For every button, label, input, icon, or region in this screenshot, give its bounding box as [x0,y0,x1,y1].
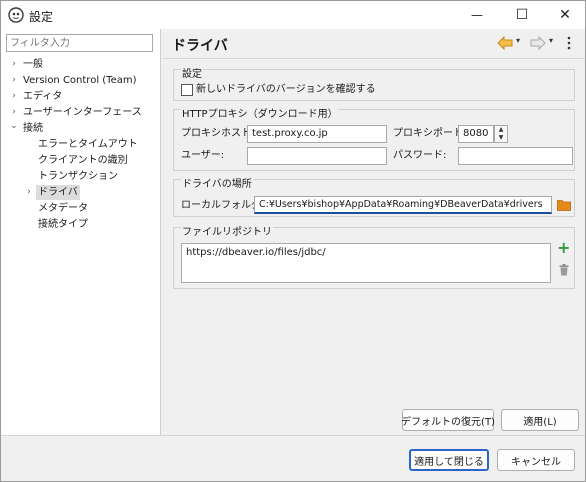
spinner-down-icon[interactable]: ▼ [495,134,507,142]
local-folder-input[interactable]: C:¥Users¥bishop¥AppData¥Roaming¥DBeaverD… [254,196,552,214]
close-button[interactable]: ✕ [544,1,586,29]
apply-and-close-button[interactable]: 適用して閉じる [409,449,489,471]
tree-item-drivers[interactable]: ドライバ [36,185,80,200]
dialog-footer: 適用して閉じる キャンセル [1,435,585,481]
http-proxy-group-title: HTTPプロキシ（ダウンロード用） [181,109,339,121]
folder-browse-icon[interactable] [557,199,571,211]
proxy-host-input[interactable]: test.proxy.co.jp [247,125,387,143]
back-dropdown-icon[interactable]: ▾ [516,36,520,45]
driver-location-group-title: ドライバの場所 [181,179,253,191]
back-arrow-icon[interactable] [497,36,513,50]
close-icon: ✕ [559,7,571,23]
tree-item-version-control[interactable]: Version Control (Team) [23,73,137,88]
check-driver-updates-label: 新しいドライバのバージョンを確認する [196,84,376,95]
tree-expand-icon[interactable]: › [24,185,34,200]
proxy-user-label: ユーザー: [181,150,225,161]
tree-item-transactions[interactable]: トランザクション [38,169,118,184]
minimize-button[interactable]: — [456,1,498,29]
tree-expand-icon[interactable]: › [9,105,19,120]
delete-repository-icon[interactable] [559,264,569,276]
tree-expand-icon[interactable]: › [9,73,19,88]
tree-item-metadata[interactable]: メタデータ [38,201,88,216]
page-title: ドライバ [172,38,228,54]
maximize-icon: ☐ [515,7,529,23]
proxy-port-spinner[interactable]: ▲ ▼ [494,125,508,143]
settings-group-title: 設定 [181,69,203,81]
tree-item-editor[interactable]: エディタ [23,89,62,104]
proxy-port-input[interactable]: 8080 [458,125,494,143]
check-driver-updates-checkbox[interactable] [181,84,193,96]
cancel-button[interactable]: キャンセル [497,449,575,471]
spinner-up-icon[interactable]: ▲ [495,126,507,134]
window-title: 設定 [29,10,54,24]
page-header: ドライバ ▾ ▾ [162,29,585,59]
title-bar: 設定 — ☐ ✕ [1,1,585,29]
dbeaver-app-icon [8,7,24,23]
tree-item-connections[interactable]: 接続 [23,121,43,136]
repository-list[interactable]: https://dbeaver.io/files/jdbc/ [181,243,551,283]
local-folder-label: ローカルフォルダ: [181,200,265,211]
preferences-window: 設定 — ☐ ✕ › 一般 › Version Control (Team) ›… [0,0,586,482]
proxy-port-label: プロキシポート: [393,128,467,139]
http-proxy-group: HTTPプロキシ（ダウンロード用） プロキシホスト: test.proxy.co… [173,109,575,171]
minimize-icon: — [471,8,483,22]
driver-location-group: ドライバの場所 ローカルフォルダ: C:¥Users¥bishop¥AppDat… [173,179,575,217]
file-repository-group: ファイルリポジトリ https://dbeaver.io/files/jdbc/… [173,227,575,289]
proxy-host-label: プロキシホスト: [181,128,255,139]
tree-item-client-identification[interactable]: クライアントの識別 [38,153,128,168]
add-repository-icon[interactable]: + [557,240,570,256]
repository-list-item[interactable]: https://dbeaver.io/files/jdbc/ [186,247,546,258]
tree-item-general[interactable]: 一般 [23,57,43,72]
tree-item-user-interface[interactable]: ユーザーインターフェース [23,105,142,120]
tree-collapse-icon[interactable]: ⌄ [9,119,19,134]
tree-item-errors-timeouts[interactable]: エラーとタイムアウト [38,137,138,152]
proxy-password-input[interactable] [458,147,573,165]
proxy-password-label: パスワード: [393,150,447,161]
apply-button[interactable]: 適用(L) [501,409,579,431]
maximize-button[interactable]: ☐ [501,1,543,29]
file-repository-group-title: ファイルリポジトリ [181,227,273,239]
preferences-content-pane: ドライバ ▾ ▾ 設定 新しいドライバのバージョンを確認する HTTPプロキシ（… [162,29,585,435]
forward-arrow-icon[interactable] [530,36,546,50]
forward-dropdown-icon[interactable]: ▾ [549,36,553,45]
settings-group: 設定 新しいドライバのバージョンを確認する [173,69,575,101]
proxy-user-input[interactable] [247,147,387,165]
preferences-tree-pane: › 一般 › Version Control (Team) › エディタ › ユ… [1,29,161,435]
tree-expand-icon[interactable]: › [9,57,19,72]
tree-item-connection-types[interactable]: 接続タイプ [38,217,88,232]
more-options-icon[interactable] [566,35,572,51]
restore-defaults-button[interactable]: デフォルトの復元(T) [401,409,495,431]
filter-input[interactable] [6,34,153,52]
tree-expand-icon[interactable]: › [9,89,19,104]
